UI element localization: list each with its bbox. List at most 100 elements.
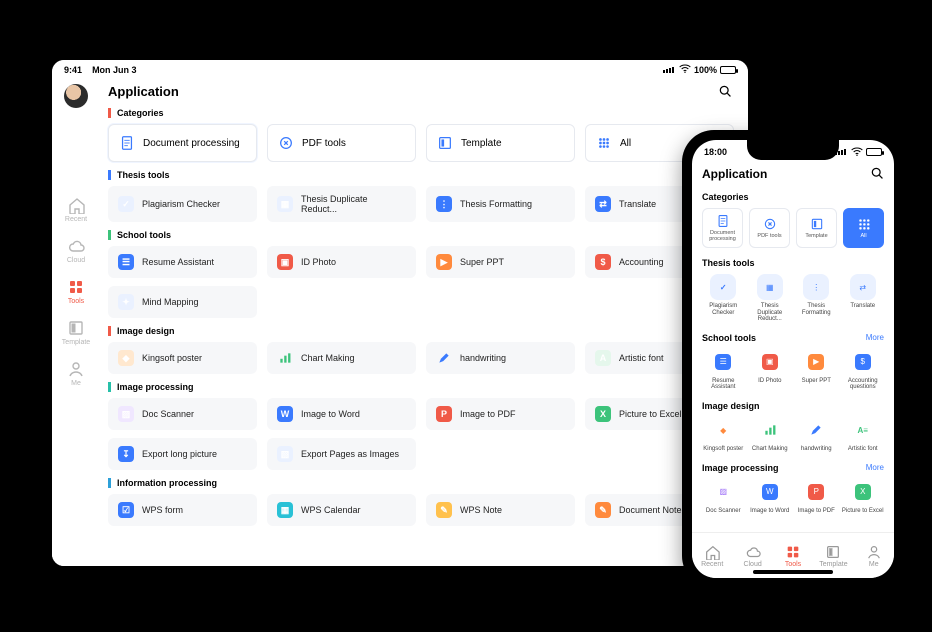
tool-plagiarism-checker[interactable]: ✓Plagiarism Checker: [702, 274, 745, 323]
more-link-school[interactable]: More: [866, 333, 884, 342]
page-title: Application: [108, 84, 179, 99]
tool-artistic-font[interactable]: A≡Artistic font: [842, 417, 885, 453]
format-icon: ⋮: [436, 196, 452, 212]
avatar[interactable]: [64, 84, 88, 108]
phone-category-row: Document processing PDF tools Template A…: [702, 208, 884, 248]
section-label-school: School tools: [108, 230, 734, 240]
tool-super-ppt[interactable]: ▶Super PPT: [795, 349, 838, 391]
sidebar-item-label: Cloud: [67, 257, 85, 264]
resume-icon: ☰: [710, 349, 736, 375]
tool-picture-to-excel[interactable]: XPicture to Excel: [842, 479, 885, 515]
search-button[interactable]: [716, 82, 734, 100]
tool-resume-assistant[interactable]: ☰Resume Assistant: [702, 349, 745, 391]
image-processing-grid: ▨Doc Scanner WImage to Word PImage to PD…: [108, 398, 734, 470]
tool-chart-making[interactable]: Chart Making: [267, 342, 416, 374]
tool-translate[interactable]: ⇄Translate: [842, 274, 885, 323]
pen-icon: [436, 350, 452, 366]
dots-icon: [596, 135, 612, 151]
tool-image-to-word[interactable]: WImage to Word: [749, 479, 792, 515]
category-template[interactable]: Template: [426, 124, 575, 162]
tool-kingsoft-poster[interactable]: ◆Kingsoft poster: [108, 342, 257, 374]
section-label-thesis: Thesis tools: [108, 170, 734, 180]
cloud-icon: [67, 237, 85, 255]
cloud-icon: [745, 544, 761, 560]
phone-school-grid: ☰Resume Assistant ▣ID Photo ▶Super PPT $…: [702, 349, 884, 391]
category-all[interactable]: All: [843, 208, 884, 248]
tool-handwriting[interactable]: handwriting: [795, 417, 838, 453]
tool-plagiarism-checker[interactable]: ✓Plagiarism Checker: [108, 186, 257, 222]
section-label-imagedesign: Image design: [702, 401, 884, 411]
tool-image-to-pdf[interactable]: PImage to PDF: [426, 398, 575, 430]
phone-device-frame: 18:00 Application Categories Document pr…: [682, 130, 904, 588]
chart-icon: [757, 417, 783, 443]
school-grid: ☰Resume Assistant ▣ID Photo ▶Super PPT $…: [108, 246, 734, 318]
category-label: Document processing: [143, 138, 240, 149]
phone-notch: [747, 140, 839, 160]
tool-export-long-picture[interactable]: ↧Export long picture: [108, 438, 257, 470]
doc-icon: [716, 214, 730, 228]
tool-mind-mapping[interactable]: ✦Mind Mapping: [108, 286, 257, 318]
translate-icon: ⇄: [595, 196, 611, 212]
tool-wps-form[interactable]: ☑WPS form: [108, 494, 257, 526]
status-right: 100%: [663, 64, 736, 76]
tool-image-to-word[interactable]: WImage to Word: [267, 398, 416, 430]
resume-icon: ☰: [118, 254, 134, 270]
tablet-sidebar: Recent Cloud Tools Template Me: [52, 78, 100, 566]
category-row: Document processing PDF tools Template A…: [108, 124, 734, 162]
category-document-processing[interactable]: Document processing: [108, 124, 257, 162]
category-template[interactable]: Template: [796, 208, 837, 248]
more-link-imgproc[interactable]: More: [866, 463, 884, 472]
tool-resume-assistant[interactable]: ☰Resume Assistant: [108, 246, 257, 278]
search-icon: [870, 166, 884, 180]
tool-chart-making[interactable]: Chart Making: [749, 417, 792, 453]
tool-export-pages[interactable]: ▧Export Pages as Images: [267, 438, 416, 470]
sidebar-item-recent[interactable]: Recent: [65, 196, 87, 223]
category-pdf-tools[interactable]: PDF tools: [267, 124, 416, 162]
sidebar-item-tools[interactable]: Tools: [67, 278, 85, 305]
tool-wps-note[interactable]: ✎WPS Note: [426, 494, 575, 526]
search-button[interactable]: [870, 166, 884, 182]
tool-doc-scanner[interactable]: ▨Doc Scanner: [702, 479, 745, 515]
sidebar-item-cloud[interactable]: Cloud: [67, 237, 85, 264]
tab-me[interactable]: Me: [854, 533, 894, 578]
sidebar-item-label: Recent: [65, 216, 87, 223]
home-icon: [704, 544, 720, 560]
tool-accounting-questions[interactable]: $Accounting questions: [842, 349, 885, 391]
tool-thesis-duplicate[interactable]: ▦Thesis Duplicate Reduct...: [267, 186, 416, 222]
tool-kingsoft-poster[interactable]: ◆Kingsoft poster: [702, 417, 745, 453]
sidebar-item-me[interactable]: Me: [67, 360, 85, 387]
category-document-processing[interactable]: Document processing: [702, 208, 743, 248]
sidebar-item-template[interactable]: Template: [62, 319, 90, 346]
image-design-grid: ◆Kingsoft poster Chart Making handwritin…: [108, 342, 734, 374]
font-icon: A≡: [850, 417, 876, 443]
phone-header: Application: [702, 166, 884, 182]
tool-super-ppt[interactable]: ▶Super PPT: [426, 246, 575, 278]
category-pdf-tools[interactable]: PDF tools: [749, 208, 790, 248]
tool-thesis-formatting[interactable]: ⋮Thesis Formatting: [795, 274, 838, 323]
signal-icon: [663, 67, 674, 73]
tool-thesis-formatting[interactable]: ⋮Thesis Formatting: [426, 186, 575, 222]
tool-id-photo[interactable]: ▣ID Photo: [749, 349, 792, 391]
sidebar-item-label: Tools: [68, 298, 84, 305]
doc-icon: [119, 135, 135, 151]
template-icon: [67, 319, 85, 337]
translate-icon: ⇄: [850, 274, 876, 300]
tab-recent[interactable]: Recent: [692, 533, 732, 578]
tool-doc-scanner[interactable]: ▨Doc Scanner: [108, 398, 257, 430]
tool-image-to-pdf[interactable]: PImage to PDF: [795, 479, 838, 515]
tool-id-photo[interactable]: ▣ID Photo: [267, 246, 416, 278]
tool-wps-calendar[interactable]: ▦WPS Calendar: [267, 494, 416, 526]
status-date: Mon Jun 3: [92, 65, 137, 75]
tool-thesis-duplicate[interactable]: ▦Thesis Duplicate Reduct...: [749, 274, 792, 323]
check-icon: ✓: [710, 274, 736, 300]
note-icon: ✎: [436, 502, 452, 518]
tool-handwriting[interactable]: handwriting: [426, 342, 575, 374]
doc-icon: ▦: [277, 196, 293, 212]
sidebar-item-label: Template: [62, 339, 90, 346]
id-icon: ▣: [757, 349, 783, 375]
battery-icon: [720, 66, 736, 74]
form-icon: ☑: [118, 502, 134, 518]
section-row-imgproc: Image processing More: [702, 463, 884, 473]
thesis-grid: ✓Plagiarism Checker ▦Thesis Duplicate Re…: [108, 186, 734, 222]
phone-screen: 18:00 Application Categories Document pr…: [692, 140, 894, 578]
